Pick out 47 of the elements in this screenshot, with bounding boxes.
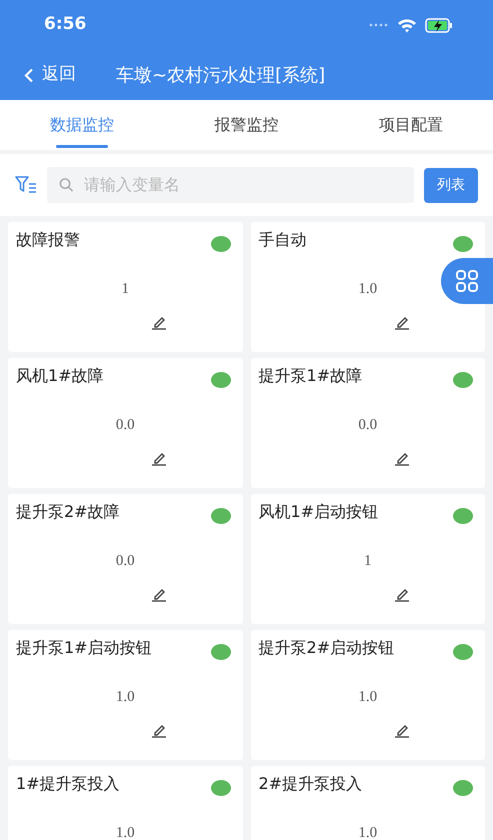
variable-value: 1.0 bbox=[358, 688, 378, 707]
variable-name: 风机1#故障 bbox=[16, 365, 105, 387]
search-field[interactable]: 请输入变量名 bbox=[47, 167, 414, 203]
data-card[interactable]: 提升泵2#故障 0.0 bbox=[8, 494, 242, 624]
data-card[interactable]: 故障报警 1 bbox=[8, 222, 242, 352]
variable-value: 0.0 bbox=[116, 416, 135, 435]
variable-value: 1.0 bbox=[358, 824, 378, 840]
variable-name: 故障报警 bbox=[16, 229, 81, 251]
data-card[interactable]: 风机1#启动按钮 1 bbox=[250, 494, 485, 624]
grid-icon bbox=[455, 269, 479, 293]
variable-name: 风机1#启动按钮 bbox=[258, 501, 380, 523]
data-card[interactable]: 风机1#故障 0.0 bbox=[8, 358, 242, 488]
tab[interactable]: 数据监控 bbox=[0, 100, 164, 150]
variable-name: 提升泵1#故障 bbox=[258, 365, 364, 387]
variable-value: 1 bbox=[364, 552, 372, 571]
list-button[interactable]: 列表 bbox=[424, 168, 478, 202]
variable-value: 1.0 bbox=[116, 824, 135, 840]
variable-value: 0.0 bbox=[358, 416, 378, 435]
search-icon bbox=[59, 177, 74, 193]
data-card[interactable]: 2#提升泵投入 1.0 bbox=[250, 766, 485, 840]
back-button[interactable]: 返回 bbox=[24, 62, 76, 88]
tab[interactable]: 报警监控 bbox=[164, 100, 329, 150]
variable-name: 1#提升泵投入 bbox=[16, 773, 121, 795]
signal-icon bbox=[369, 23, 389, 27]
variable-value: 1.0 bbox=[116, 688, 135, 707]
variable-name: 提升泵2#故障 bbox=[16, 501, 121, 523]
chevron-left-icon bbox=[24, 68, 34, 82]
filter-icon[interactable] bbox=[15, 176, 37, 194]
battery-icon bbox=[425, 18, 453, 32]
variable-name: 2#提升泵投入 bbox=[258, 773, 364, 795]
tab[interactable]: 项目配置 bbox=[328, 100, 493, 150]
variable-value: 1 bbox=[122, 280, 129, 299]
variable-name: 提升泵1#启动按钮 bbox=[16, 637, 153, 659]
variable-name: 手自动 bbox=[258, 229, 308, 251]
variable-name: 提升泵2#启动按钮 bbox=[258, 637, 396, 659]
data-card[interactable]: 提升泵1#故障 0.0 bbox=[250, 358, 485, 488]
data-card[interactable]: 提升泵2#启动按钮 1.0 bbox=[250, 630, 485, 760]
search-input[interactable]: 请输入变量名 bbox=[82, 172, 402, 198]
data-card[interactable]: 提升泵1#启动按钮 1.0 bbox=[8, 630, 242, 760]
page-title: 车墩~农村污水处理[系统] bbox=[116, 64, 326, 88]
variable-value: 0.0 bbox=[116, 552, 135, 571]
data-card[interactable]: 手自动 1.0 bbox=[250, 222, 485, 352]
status-time: 6:56 bbox=[44, 13, 86, 36]
grid-menu-button[interactable] bbox=[441, 258, 493, 304]
variable-value: 1.0 bbox=[358, 280, 378, 299]
wifi-icon bbox=[397, 18, 417, 32]
data-card[interactable]: 1#提升泵投入 1.0 bbox=[8, 766, 242, 840]
